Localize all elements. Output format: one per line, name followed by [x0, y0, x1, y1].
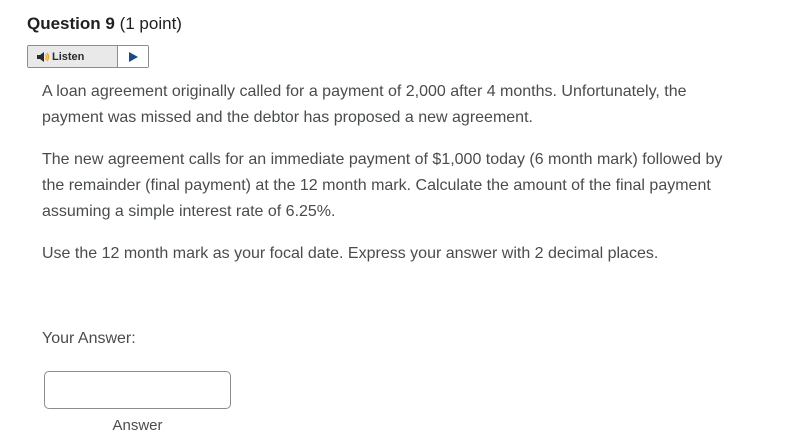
listen-button[interactable]: Listen [28, 46, 118, 67]
question-title: Question 9 [27, 14, 115, 33]
question-header: Question 9 (1 point) [27, 14, 182, 34]
answer-caption: Answer [112, 417, 163, 434]
play-button[interactable] [118, 46, 148, 67]
question-page: Question 9 (1 point) Listen A loan agree… [0, 0, 800, 445]
question-points: (1 point) [119, 14, 182, 33]
question-paragraph-2: The new agreement calls for an immediate… [42, 151, 723, 220]
your-answer-label: Your Answer: [42, 330, 136, 347]
listen-label: Listen [52, 50, 85, 63]
answer-input[interactable] [44, 371, 231, 409]
question-paragraph-3: Use the 12 month mark as your focal date… [42, 245, 659, 262]
play-icon [128, 51, 138, 62]
question-paragraph-1: A loan agreement originally called for a… [42, 83, 687, 126]
question-body: A loan agreement originally called for a… [42, 79, 742, 281]
speaker-icon [37, 52, 50, 62]
read-aloud-widget: Listen [27, 45, 149, 68]
